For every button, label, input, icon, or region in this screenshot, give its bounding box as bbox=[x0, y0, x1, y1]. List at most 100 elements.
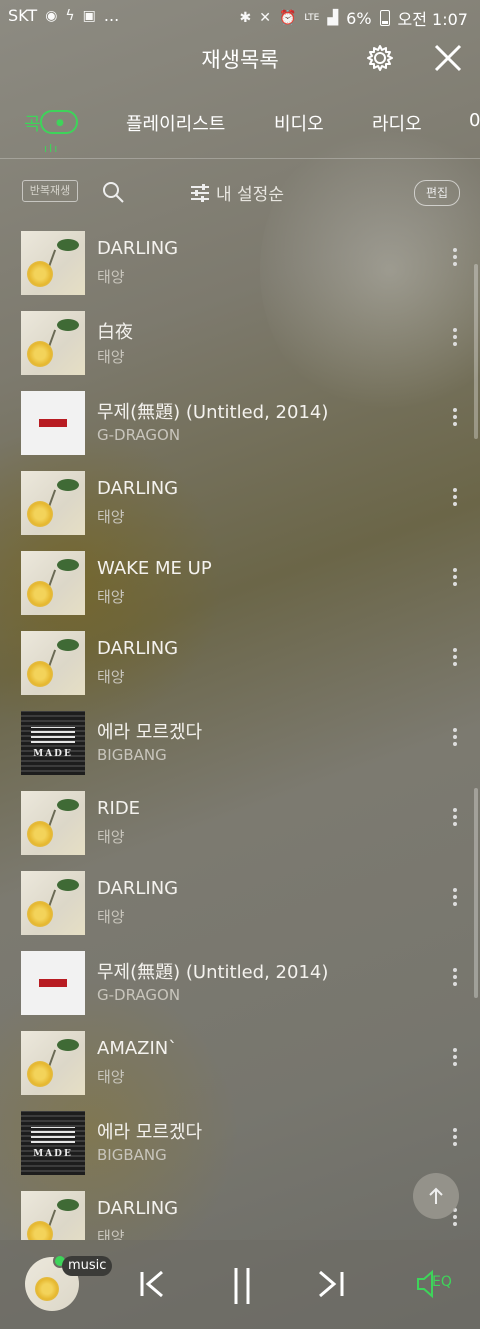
sort-button[interactable]: 내 설정순 bbox=[190, 180, 284, 205]
status-bar: SKT ◉ ϟ ▣ ... ✱ ✕ ⏰ LTE ▟ 6% 오전 1:07 bbox=[0, 0, 480, 32]
song-title: 에라 모르겠다 bbox=[97, 722, 203, 743]
list-item[interactable]: DARLING 태양 bbox=[0, 866, 480, 946]
album-art bbox=[21, 791, 85, 855]
scrollbar[interactable] bbox=[474, 264, 478, 439]
more-options-icon[interactable] bbox=[446, 888, 464, 912]
scroll-to-top-button[interactable] bbox=[413, 1173, 459, 1219]
mute-icon: ✕ bbox=[259, 10, 271, 26]
song-artist: G-DRAGON bbox=[97, 426, 181, 444]
album-art bbox=[21, 391, 85, 455]
song-artist: 태양 bbox=[97, 348, 125, 366]
alarm-icon: ⏰ bbox=[278, 10, 297, 26]
tab-playlist[interactable]: 플레이리스트 bbox=[126, 110, 225, 136]
list-item[interactable]: DARLING 태양 bbox=[0, 226, 480, 306]
list-item[interactable]: 白夜 태양 bbox=[0, 306, 480, 386]
song-title: DARLING bbox=[97, 238, 179, 259]
list-item[interactable]: 무제(無題) (Untitled, 2014) G-DRAGON bbox=[0, 946, 480, 1026]
album-art-text: MADE bbox=[33, 1149, 73, 1159]
list-item[interactable]: MADE 에라 모르겠다 BIGBANG bbox=[0, 706, 480, 786]
battery-percent: 6% bbox=[346, 8, 372, 28]
more-options-icon[interactable] bbox=[446, 1128, 464, 1152]
next-button[interactable] bbox=[312, 1264, 352, 1304]
more-notifications: ... bbox=[103, 6, 120, 25]
equalizer-mini-icon: ıIı bbox=[44, 142, 60, 155]
eq-button[interactable]: EQ bbox=[414, 1268, 458, 1300]
list-item[interactable]: DARLING 태양 bbox=[0, 466, 480, 546]
list-item[interactable]: DARLING 태양 bbox=[0, 1186, 480, 1240]
more-options-icon[interactable] bbox=[446, 648, 464, 672]
close-icon[interactable] bbox=[432, 42, 464, 74]
play-toggle[interactable]: ● bbox=[40, 110, 78, 134]
page-title: 재생목록 bbox=[201, 48, 279, 72]
song-artist: BIGBANG bbox=[97, 746, 167, 764]
album-art bbox=[21, 951, 85, 1015]
bluetooth-icon: ✱ bbox=[239, 10, 252, 26]
arrow-up-icon bbox=[429, 1187, 443, 1204]
song-artist: 태양 bbox=[97, 268, 125, 286]
gear-icon[interactable] bbox=[364, 42, 396, 74]
song-artist: 태양 bbox=[97, 1068, 125, 1086]
song-artist: 태양 bbox=[97, 908, 125, 926]
image-icon: ▣ bbox=[82, 7, 96, 24]
divider bbox=[0, 158, 480, 159]
signal-icon: ▟ bbox=[327, 10, 339, 26]
clock: 오전 1:07 bbox=[397, 10, 468, 29]
repeat-button[interactable]: 반복재생 bbox=[22, 176, 78, 206]
edit-button[interactable]: 편집 bbox=[414, 180, 460, 206]
more-options-icon[interactable] bbox=[446, 248, 464, 272]
tab-video[interactable]: 비디오 bbox=[274, 110, 324, 136]
list-item[interactable]: RIDE 태양 bbox=[0, 786, 480, 866]
pause-button[interactable] bbox=[222, 1264, 262, 1304]
album-art bbox=[21, 871, 85, 935]
song-title: WAKE ME UP bbox=[97, 558, 212, 579]
tab-more[interactable]: 0 bbox=[469, 110, 480, 131]
more-options-icon[interactable] bbox=[446, 808, 464, 832]
eq-label: EQ bbox=[432, 1274, 452, 1290]
album-art bbox=[21, 551, 85, 615]
song-artist: G-DRAGON bbox=[97, 986, 181, 1004]
song-title: DARLING bbox=[97, 1198, 179, 1219]
album-art bbox=[21, 1191, 85, 1240]
more-options-icon[interactable] bbox=[446, 328, 464, 352]
scrollbar-secondary[interactable] bbox=[474, 788, 478, 998]
song-artist: BIGBANG bbox=[97, 1146, 167, 1164]
song-title: DARLING bbox=[97, 478, 179, 499]
previous-button[interactable] bbox=[132, 1264, 172, 1304]
song-title: DARLING bbox=[97, 878, 179, 899]
carrier-label: SKT bbox=[8, 6, 38, 25]
sliders-icon bbox=[191, 183, 209, 202]
song-list: DARLING 태양 白夜 태양 무제(無題) (Untitled, 2014) G-DR… bbox=[0, 226, 480, 1240]
more-options-icon[interactable] bbox=[446, 728, 464, 752]
song-title: 白夜 bbox=[97, 322, 133, 343]
song-title: AMAZIN` bbox=[97, 1038, 178, 1059]
record-icon: ◉ bbox=[45, 7, 58, 24]
list-toolbar: 반복재생 내 설정순 편집 bbox=[0, 168, 480, 214]
song-title: DARLING bbox=[97, 638, 179, 659]
tab-songs[interactable]: 곡 bbox=[24, 110, 41, 136]
album-art: MADE bbox=[21, 711, 85, 775]
more-options-icon[interactable] bbox=[446, 408, 464, 432]
list-item[interactable]: 무제(無題) (Untitled, 2014) G-DRAGON bbox=[0, 386, 480, 466]
player-bar: music EQ bbox=[0, 1240, 480, 1329]
song-artist: 태양 bbox=[97, 668, 125, 686]
tab-radio[interactable]: 라디오 bbox=[372, 110, 422, 136]
song-title: RIDE bbox=[97, 798, 141, 819]
network-label: LTE bbox=[304, 13, 320, 23]
sort-label: 내 설정순 bbox=[216, 185, 284, 205]
more-options-icon[interactable] bbox=[446, 568, 464, 592]
list-item[interactable]: DARLING 태양 bbox=[0, 626, 480, 706]
search-icon[interactable] bbox=[101, 180, 125, 204]
song-title: 무제(無題) (Untitled, 2014) bbox=[97, 962, 329, 983]
list-item[interactable]: WAKE ME UP 태양 bbox=[0, 546, 480, 626]
song-title: 무제(無題) (Untitled, 2014) bbox=[97, 402, 329, 423]
album-art bbox=[21, 1031, 85, 1095]
song-artist: 태양 bbox=[97, 1228, 125, 1240]
song-artist: 태양 bbox=[97, 588, 125, 606]
more-options-icon[interactable] bbox=[446, 968, 464, 992]
album-art bbox=[21, 231, 85, 295]
more-options-icon[interactable] bbox=[446, 488, 464, 512]
list-item[interactable]: AMAZIN` 태양 bbox=[0, 1026, 480, 1106]
album-art bbox=[21, 311, 85, 375]
more-options-icon[interactable] bbox=[446, 1048, 464, 1072]
list-item[interactable]: MADE 에라 모르겠다 BIGBANG bbox=[0, 1106, 480, 1186]
